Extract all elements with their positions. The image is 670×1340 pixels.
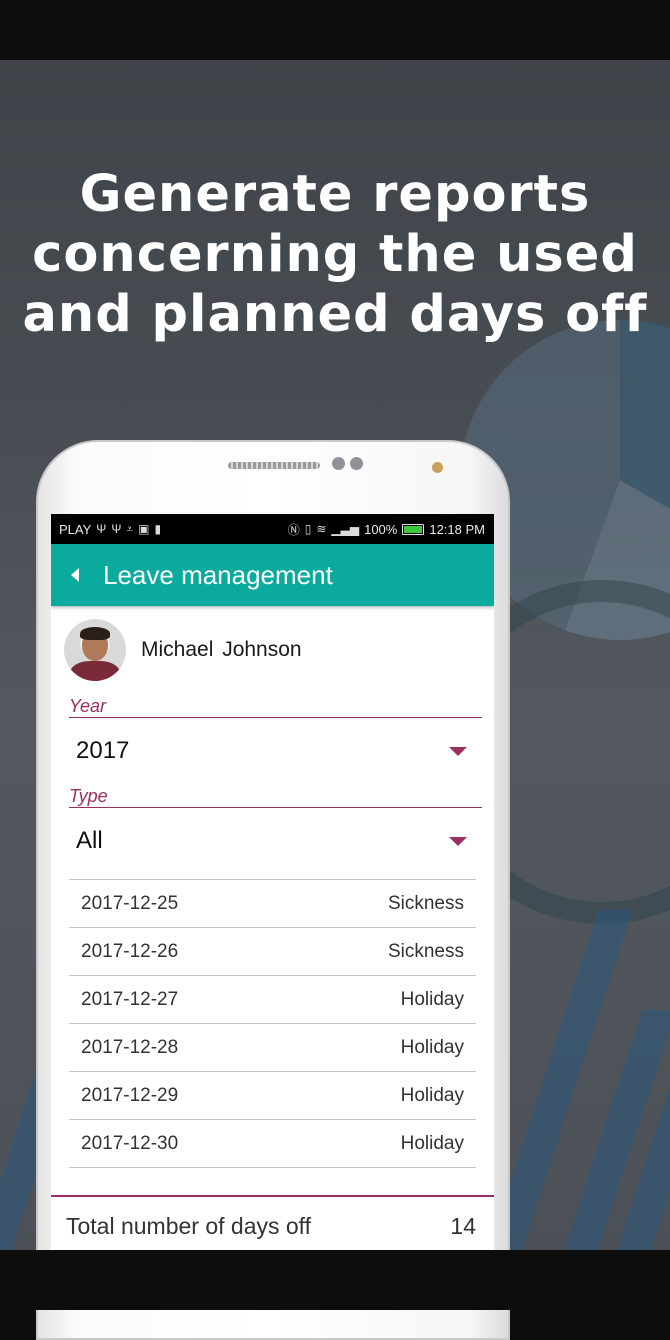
app-icon: ▣ xyxy=(138,522,150,536)
leave-date: 2017-12-28 xyxy=(81,1036,179,1058)
leave-list: 2017-12-25 Sickness 2017-12-26 Sickness … xyxy=(69,879,476,1168)
promo-headline: Generate reports concerning the used and… xyxy=(0,165,670,345)
chevron-down-icon[interactable] xyxy=(449,836,467,846)
type-select[interactable]: All xyxy=(69,808,476,874)
year-value: 2017 xyxy=(76,737,130,764)
avatar xyxy=(64,619,126,681)
sensor-icon xyxy=(432,462,443,473)
total-value: 14 xyxy=(450,1212,476,1239)
leave-type: Sickness xyxy=(387,892,464,914)
back-arrow-icon[interactable] xyxy=(71,568,79,582)
app-bar: Leave management xyxy=(51,544,494,606)
usb-icon: Ψ xyxy=(111,522,122,536)
camera-icon xyxy=(350,457,363,470)
download-icon: ⩡ xyxy=(126,521,134,536)
list-item[interactable]: 2017-12-27 Holiday xyxy=(69,976,476,1024)
leave-date: 2017-12-27 xyxy=(81,988,179,1010)
vibrate-icon: ▯ xyxy=(304,522,312,536)
headline-line-3: and planned days off xyxy=(22,285,648,344)
bottom-bar xyxy=(0,1250,670,1310)
wifi-icon: ≋ xyxy=(316,522,327,536)
clock: 12:18 PM xyxy=(429,521,485,537)
user-header: Michael Johnson xyxy=(64,606,476,694)
headline-line-2: concerning the used xyxy=(32,225,638,284)
battery-icon xyxy=(402,523,425,535)
chevron-down-icon[interactable] xyxy=(449,746,467,756)
content: Michael Johnson Year 2017 Type All 2017-… xyxy=(51,606,494,1168)
user-name: Michael Johnson xyxy=(141,638,302,661)
leave-date: 2017-12-30 xyxy=(81,1132,179,1154)
leave-type: Holiday xyxy=(400,988,464,1010)
type-value: All xyxy=(76,827,103,854)
leave-date: 2017-12-29 xyxy=(81,1084,179,1106)
headline-line-1: Generate reports xyxy=(79,165,591,224)
leave-type: Holiday xyxy=(400,1036,464,1058)
list-item[interactable]: 2017-12-29 Holiday xyxy=(69,1072,476,1120)
year-select[interactable]: 2017 xyxy=(69,718,476,784)
year-label: Year xyxy=(69,694,482,718)
app-bar-title: Leave management xyxy=(103,559,333,590)
type-field[interactable]: Type All xyxy=(69,784,482,874)
signal-icon: ▁▃▅ xyxy=(331,522,360,536)
leave-type: Sickness xyxy=(387,940,464,962)
total-days-off: Total number of days off 14 xyxy=(51,1195,494,1250)
list-item[interactable]: 2017-12-25 Sickness xyxy=(69,880,476,928)
keyhole-icon: ▮ xyxy=(154,522,162,536)
usb-icon: Ψ xyxy=(96,522,107,536)
list-item[interactable]: 2017-12-30 Holiday xyxy=(69,1120,476,1168)
year-field[interactable]: Year 2017 xyxy=(69,694,482,784)
leave-type: Holiday xyxy=(400,1132,464,1154)
list-item[interactable]: 2017-12-28 Holiday xyxy=(69,1024,476,1072)
leave-date: 2017-12-26 xyxy=(81,940,179,962)
camera-icon xyxy=(332,457,345,470)
phone-screen: PLAY Ψ Ψ ⩡ ▣ ▮ Ⓝ ▯ ≋ ▁▃▅ 100% 12:18 PM L… xyxy=(51,514,494,1250)
leave-type: Holiday xyxy=(400,1084,464,1106)
carrier-label: PLAY xyxy=(59,521,92,537)
type-label: Type xyxy=(69,784,482,808)
list-item[interactable]: 2017-12-26 Sickness xyxy=(69,928,476,976)
nfc-icon: Ⓝ xyxy=(287,522,300,537)
speaker-grille xyxy=(228,462,320,469)
leave-date: 2017-12-25 xyxy=(81,892,179,914)
total-label: Total number of days off xyxy=(66,1212,312,1239)
status-bar: PLAY Ψ Ψ ⩡ ▣ ▮ Ⓝ ▯ ≋ ▁▃▅ 100% 12:18 PM xyxy=(51,514,494,544)
battery-percent: 100% xyxy=(364,521,398,537)
